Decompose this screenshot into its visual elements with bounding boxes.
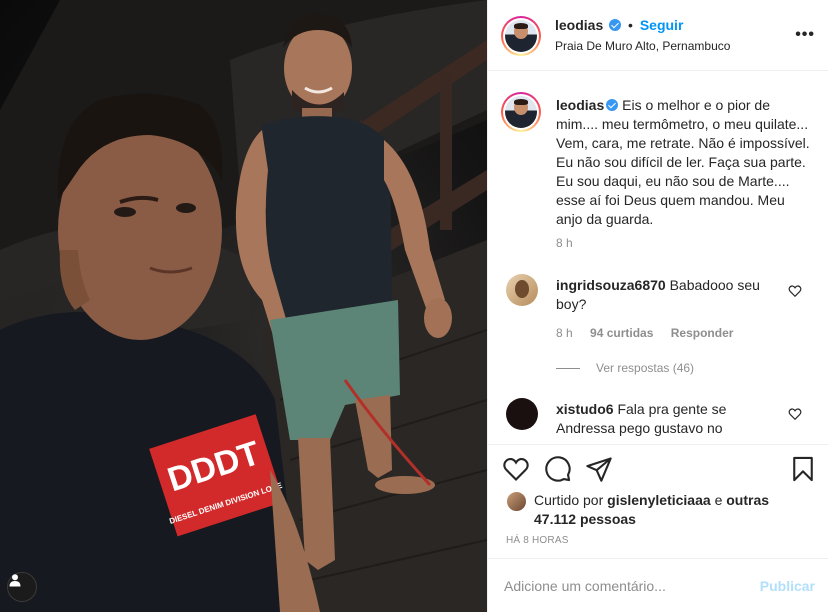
caption-text: Eis o melhor e o pior de mim.... meu ter… xyxy=(556,97,810,227)
caption-time[interactable]: 8 h xyxy=(556,236,573,250)
like-heart-icon[interactable] xyxy=(502,455,530,483)
caption-username[interactable]: leodias xyxy=(556,97,604,113)
user-icon xyxy=(9,574,21,587)
commenter-avatar[interactable] xyxy=(506,274,538,306)
share-paper-plane-icon[interactable] xyxy=(585,455,613,483)
post-header: leodias • Seguir Praia De Muro Alto, Per… xyxy=(488,0,828,71)
tagged-users-button[interactable] xyxy=(7,572,37,602)
author-username[interactable]: leodias xyxy=(555,17,603,33)
post-location[interactable]: Praia De Muro Alto, Pernambuco xyxy=(555,39,730,53)
comment-likes[interactable]: 94 curtidas xyxy=(590,326,653,340)
instagram-post: DDDT DIESEL DENIM DIVISION LOVE leodias … xyxy=(0,0,828,612)
comment-username[interactable]: ingridsouza6870 xyxy=(556,277,666,293)
comment-item: ingridsouza6870 Babadooo seu boy? xyxy=(556,276,786,314)
more-options-button[interactable]: ••• xyxy=(795,26,815,44)
comment-time[interactable]: 8 h xyxy=(556,326,573,340)
comments-list[interactable]: leodias Eis o melhor e o pior de mim....… xyxy=(488,72,828,440)
comment-input[interactable] xyxy=(504,575,744,597)
commenter-avatar[interactable] xyxy=(506,398,538,430)
comment-like-heart-icon[interactable] xyxy=(788,407,802,421)
post-photo[interactable]: DDDT DIESEL DENIM DIVISION LOVE xyxy=(0,0,487,612)
comment-username[interactable]: xistudo6 xyxy=(556,401,614,417)
follow-button[interactable]: Seguir xyxy=(640,17,684,33)
comment-item: xistudo6 Fala pra gente se Andressa pego… xyxy=(556,400,786,438)
liker-username[interactable]: gislenyleticiaaa xyxy=(607,492,711,508)
likes-conjunction: e xyxy=(714,492,723,508)
reply-button[interactable]: Responder xyxy=(671,326,734,340)
likes-prefix: Curtido por xyxy=(534,492,604,508)
add-comment-bar: Publicar xyxy=(488,558,828,612)
reply-line-divider xyxy=(556,368,580,370)
caption-author-avatar[interactable] xyxy=(501,92,541,132)
post-side-panel: leodias • Seguir Praia De Muro Alto, Per… xyxy=(487,0,828,612)
comment-bubble-icon[interactable] xyxy=(544,455,572,483)
author-avatar[interactable] xyxy=(501,16,541,56)
post-timestamp[interactable]: HÁ 8 HORAS xyxy=(506,535,569,546)
publish-button[interactable]: Publicar xyxy=(760,578,815,594)
save-bookmark-icon[interactable] xyxy=(789,455,817,483)
comment-meta: 8 h 94 curtidas Responder xyxy=(556,326,733,340)
likes-summary: Curtido por gislenyleticiaaa e outras 47… xyxy=(534,491,804,529)
photo-illustration: DDDT DIESEL DENIM DIVISION LOVE xyxy=(0,0,487,612)
verified-badge-icon xyxy=(609,19,622,31)
more-horizontal-icon: ••• xyxy=(795,26,815,43)
verified-badge-icon xyxy=(606,99,619,111)
header-separator: • xyxy=(628,17,633,33)
view-replies-button[interactable]: Ver respostas (46) xyxy=(556,361,694,375)
view-replies-label: Ver respostas (46) xyxy=(596,361,695,375)
comment-like-heart-icon[interactable] xyxy=(788,284,802,298)
post-caption: leodias Eis o melhor e o pior de mim....… xyxy=(556,96,814,229)
post-actions-section: Curtido por gislenyleticiaaa e outras 47… xyxy=(488,444,828,612)
liker-avatar[interactable] xyxy=(506,491,527,512)
